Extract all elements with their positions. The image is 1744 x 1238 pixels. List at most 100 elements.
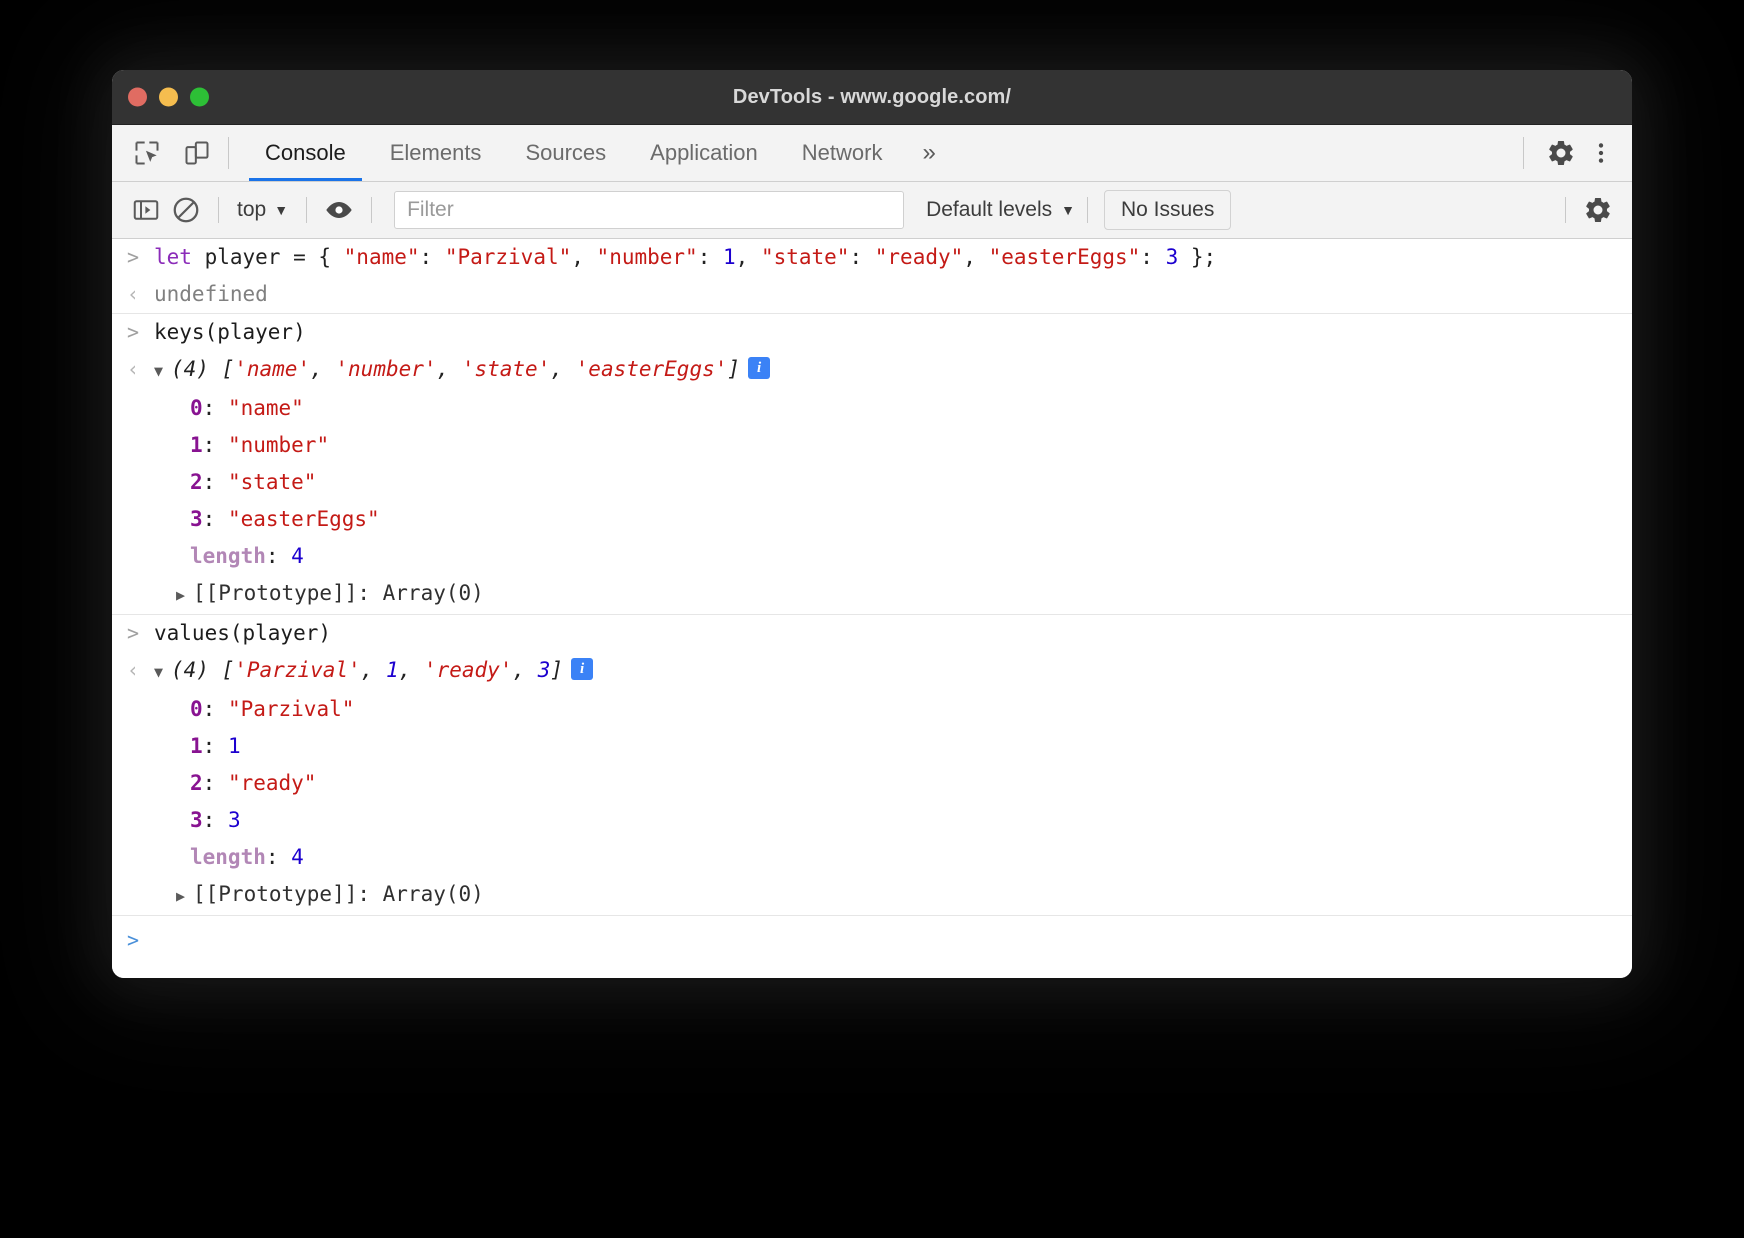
length-line: length: 4 [154,540,1632,573]
property-line: 2: "ready" [154,767,1632,800]
property-key: 2 [190,771,203,795]
key-name: "name" [344,245,420,269]
console-sidebar-toggle-icon[interactable] [126,190,166,230]
property-value: "state" [228,470,317,494]
console-group-declaration: > let player = { "name": "Parzival", "nu… [112,239,1632,314]
property-key: 0 [190,697,203,721]
sep-b0: , [361,658,386,682]
log-levels-selector[interactable]: Default levels ▼ [926,198,1075,222]
value-name: "Parzival" [445,245,571,269]
collapse-triangle-icon-proto-keys[interactable]: ▶ [176,579,193,612]
prototype-row[interactable]: ▶[[Prototype]]: Array(0) [112,876,1632,915]
clear-console-icon[interactable] [166,190,206,230]
console-input-row-keys[interactable]: > keys(player) [112,314,1632,351]
array-property-row: 3: "easterEggs" [112,501,1632,538]
console-message-list[interactable]: > let player = { "name": "Parzival", "nu… [112,239,1632,978]
array-close-values: ] [550,658,563,682]
property-colon: : [203,734,228,758]
more-tabs-icon[interactable]: » [904,125,953,181]
active-prompt-icon: > [112,924,154,957]
execution-context-selector[interactable]: top ▼ [231,198,294,222]
length-colon: : [266,845,291,869]
length-key: length [190,845,266,869]
property-line: 0: "name" [154,392,1632,425]
toolbar-divider-1 [218,197,219,223]
array-property-row: 0: "name" [112,390,1632,427]
property-colon: : [203,771,228,795]
array-item-1-values: 1 [386,658,399,682]
array-count-keys: (4) [171,357,209,381]
console-input-expression-keys: keys(player) [154,316,1632,349]
sep-2: : [849,245,874,269]
minimize-window-button[interactable] [159,88,178,107]
property-value: "ready" [228,771,317,795]
log-levels-value: Default levels [926,198,1052,222]
info-badge-icon-values[interactable]: i [571,658,593,680]
window-title: DevTools - www.google.com/ [112,86,1632,109]
property-colon: : [203,396,228,420]
key-number: "number" [597,245,698,269]
device-toolbar-icon[interactable] [180,136,214,170]
tab-elements[interactable]: Elements [368,125,504,181]
tab-console[interactable]: Console [243,125,368,181]
devtools-window: DevTools - www.google.com/ [112,70,1632,978]
prototype-label: [[Prototype]]: Array(0) [193,882,484,906]
input-prompt-icon-values: > [112,617,154,650]
tab-network-label: Network [802,140,883,166]
console-settings-gear-icon[interactable] [1578,190,1618,230]
property-key: 2 [190,470,203,494]
property-key: 0 [190,396,203,420]
execution-context-value: top [237,198,266,222]
array-item-1-keys: 'number' [335,357,436,381]
collapse-triangle-icon-proto-values[interactable]: ▶ [176,880,193,913]
length-colon: : [266,544,291,568]
live-expression-eye-icon[interactable] [319,190,359,230]
output-return-icon-keys: ‹ [112,353,154,386]
tab-application[interactable]: Application [628,125,780,181]
tabbar-divider [228,137,229,169]
length-key: length [190,544,266,568]
property-line: 1: "number" [154,429,1632,462]
declaration-head: player = { [192,245,344,269]
console-input-row-values[interactable]: > values(player) [112,615,1632,652]
array-item-0-values: 'Parzival' [234,658,360,682]
input-prompt-icon: > [112,241,154,274]
value-state: "ready" [875,245,964,269]
tab-console-label: Console [265,140,346,166]
inspect-element-icon[interactable] [130,136,164,170]
sep-b1: , [399,658,424,682]
console-active-prompt[interactable]: > [112,916,1632,959]
filter-input[interactable]: Filter [394,191,904,229]
length-line: length: 4 [154,841,1632,874]
close-window-button[interactable] [128,88,147,107]
key-eastereggs: "easterEggs" [989,245,1141,269]
property-line: 2: "state" [154,466,1632,499]
sep-3: : [1140,245,1165,269]
console-input-row[interactable]: > let player = { "name": "Parzival", "nu… [112,239,1632,276]
window-titlebar: DevTools - www.google.com/ [112,70,1632,125]
expand-triangle-icon-values[interactable]: ▼ [154,656,171,689]
output-return-icon: ‹ [112,278,154,311]
devtools-tabbar: Console Elements Sources Application Net… [112,125,1632,182]
chevron-down-icon-levels: ▼ [1061,203,1075,217]
info-badge-icon-keys[interactable]: i [748,357,770,379]
maximize-window-button[interactable] [190,88,209,107]
sep-a1: , [437,357,462,381]
tab-network[interactable]: Network [780,125,905,181]
prototype-row[interactable]: ▶[[Prototype]]: Array(0) [112,575,1632,614]
console-output-row-values: ‹ ▼(4) ['Parzival', 1, 'ready', 3]i [112,652,1632,691]
array-property-row: 1: 1 [112,728,1632,765]
array-close-keys: ] [727,357,740,381]
kebab-menu-icon[interactable] [1584,136,1618,170]
output-return-icon-values: ‹ [112,654,154,687]
sep-1: : [698,245,723,269]
issues-button[interactable]: No Issues [1104,190,1231,230]
array-length-row: length: 4 [112,538,1632,575]
tab-sources[interactable]: Sources [503,125,628,181]
gear-icon[interactable] [1544,136,1578,170]
array-open-values: [ [209,658,234,682]
expand-triangle-icon-keys[interactable]: ▼ [154,355,171,388]
property-value: "Parzival" [228,697,354,721]
array-item-2-values: 'ready' [424,658,513,682]
property-value: 3 [228,808,241,832]
